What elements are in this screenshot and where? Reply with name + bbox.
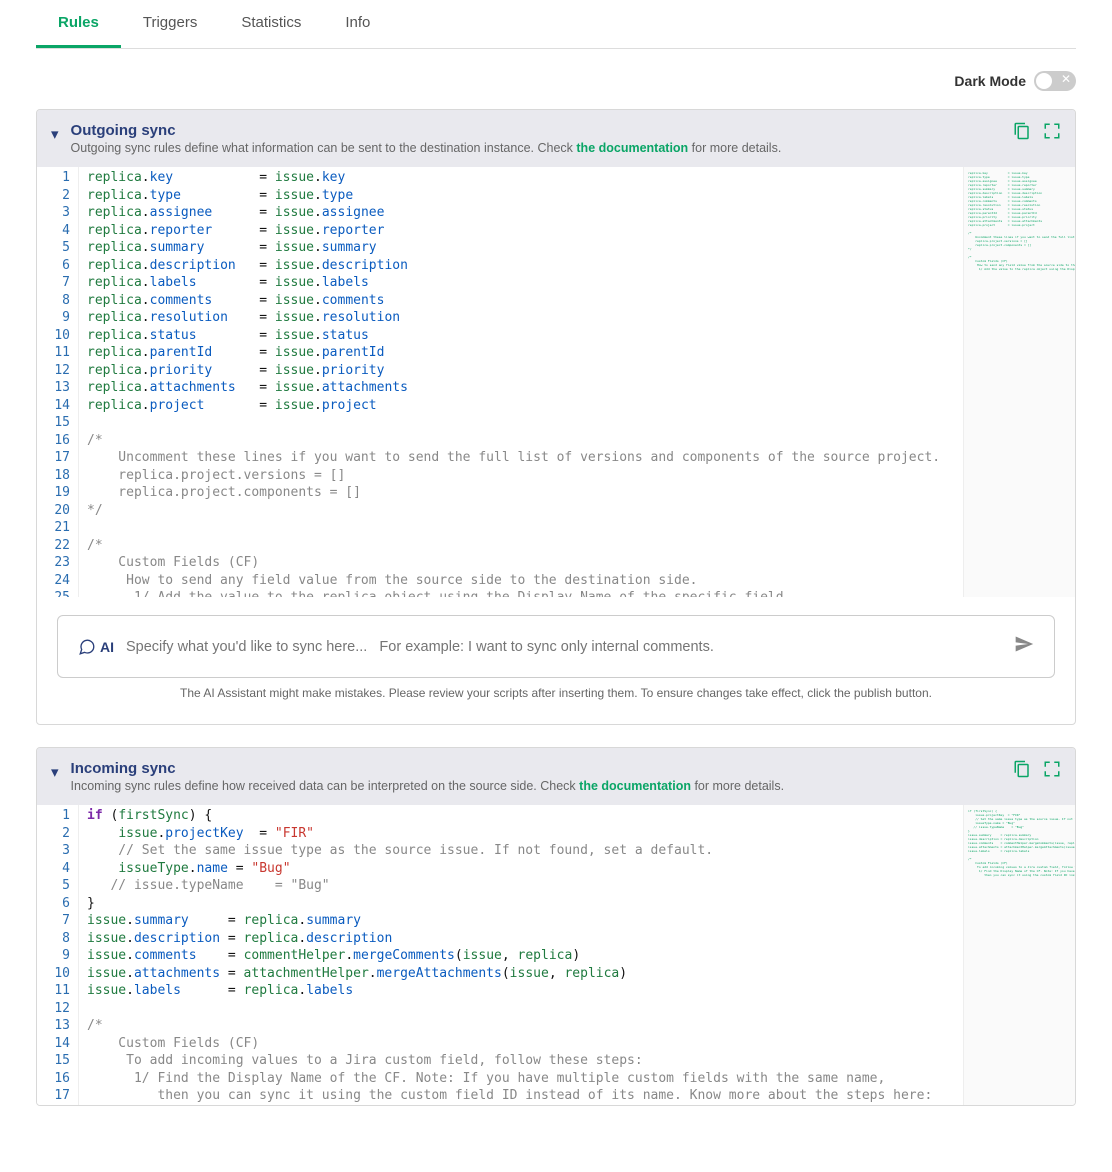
outgoing-doc-link[interactable]: the documentation: [576, 141, 688, 155]
expand-icon[interactable]: [1043, 122, 1061, 140]
outgoing-desc-post: for more details.: [688, 141, 781, 155]
incoming-desc-pre: Incoming sync rules define how received …: [71, 779, 580, 793]
darkmode-toggle[interactable]: ✕: [1034, 71, 1076, 91]
outgoing-editor[interactable]: 1234567891011121314151617181920212223242…: [37, 167, 963, 597]
ai-input[interactable]: [126, 639, 1002, 655]
incoming-editor[interactable]: 1234567891011121314151617 if (firstSync)…: [37, 805, 963, 1105]
chevron-down-icon[interactable]: ▾: [51, 763, 59, 781]
copy-icon[interactable]: [1013, 760, 1031, 778]
outgoing-title: Outgoing sync: [71, 122, 1001, 139]
tab-triggers[interactable]: Triggers: [121, 0, 219, 48]
tabs-bar: RulesTriggersStatisticsInfo: [36, 0, 1076, 49]
chat-icon: [78, 638, 96, 656]
incoming-title: Incoming sync: [71, 760, 1001, 777]
incoming-desc: Incoming sync rules define how received …: [71, 779, 1001, 793]
tab-statistics[interactable]: Statistics: [219, 0, 323, 48]
ai-box: AI: [57, 615, 1055, 678]
darkmode-label: Dark Mode: [954, 73, 1026, 89]
send-icon[interactable]: [1014, 634, 1034, 659]
incoming-desc-post: for more details.: [691, 779, 784, 793]
tab-info[interactable]: Info: [323, 0, 392, 48]
ai-label: AI: [78, 638, 114, 656]
ai-note: The AI Assistant might make mistakes. Pl…: [57, 678, 1055, 714]
outgoing-panel-header: ▾ Outgoing sync Outgoing sync rules defi…: [37, 110, 1075, 167]
incoming-panel-header: ▾ Incoming sync Incoming sync rules defi…: [37, 748, 1075, 805]
incoming-doc-link[interactable]: the documentation: [579, 779, 691, 793]
chevron-down-icon[interactable]: ▾: [51, 125, 59, 143]
outgoing-minimap[interactable]: replica.key = issue.key replica.type = i…: [963, 167, 1075, 597]
darkmode-row: Dark Mode ✕: [36, 65, 1076, 109]
outgoing-desc-pre: Outgoing sync rules define what informat…: [71, 141, 577, 155]
outgoing-desc: Outgoing sync rules define what informat…: [71, 141, 1001, 155]
incoming-panel: ▾ Incoming sync Incoming sync rules defi…: [36, 747, 1076, 1106]
outgoing-panel: ▾ Outgoing sync Outgoing sync rules defi…: [36, 109, 1076, 725]
incoming-minimap[interactable]: if (firstSync) { issue.projectKey = "FIR…: [963, 805, 1075, 1105]
copy-icon[interactable]: [1013, 122, 1031, 140]
tab-rules[interactable]: Rules: [36, 0, 121, 48]
expand-icon[interactable]: [1043, 760, 1061, 778]
